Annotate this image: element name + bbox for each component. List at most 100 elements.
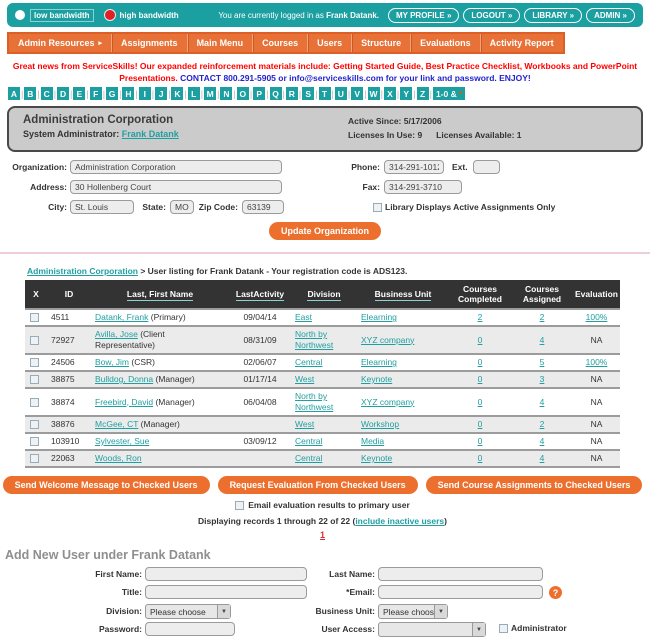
courses-assigned-link[interactable]: 4 bbox=[540, 453, 545, 463]
library-displays-checkbox[interactable] bbox=[373, 202, 382, 212]
email-input[interactable] bbox=[378, 585, 543, 600]
business-unit-link[interactable]: Workshop bbox=[361, 419, 399, 429]
column-header-last-first-name[interactable]: Last, First Name bbox=[91, 280, 229, 309]
alphabet-link-t[interactable]: T bbox=[318, 87, 331, 100]
row-checkbox[interactable] bbox=[30, 313, 39, 323]
alphabet-link-l[interactable]: L bbox=[187, 87, 200, 100]
business-unit-link[interactable]: Elearning bbox=[361, 357, 397, 367]
ext-input[interactable] bbox=[473, 160, 500, 174]
zip-input[interactable] bbox=[242, 200, 284, 214]
page-number-link[interactable]: 1 bbox=[320, 530, 325, 540]
user-name-link[interactable]: Datank, Frank bbox=[95, 312, 148, 322]
courses-assigned-link[interactable]: 3 bbox=[540, 374, 545, 384]
phone-input[interactable] bbox=[384, 160, 444, 174]
division-link[interactable]: West bbox=[295, 419, 314, 429]
alphabet-link-p[interactable]: P bbox=[253, 87, 266, 100]
nav-item-assignments[interactable]: Assignments bbox=[112, 34, 188, 52]
include-inactive-users-link[interactable]: include inactive users bbox=[355, 516, 444, 526]
division-link[interactable]: North by Northwest bbox=[295, 391, 333, 412]
update-organization-button[interactable]: Update Organization bbox=[268, 222, 382, 240]
evaluation-link[interactable]: 100% bbox=[586, 312, 608, 322]
alphabet-link-u[interactable]: U bbox=[334, 87, 347, 100]
high-bandwidth-label[interactable]: high bandwidth bbox=[120, 11, 179, 20]
alphabet-link-v[interactable]: V bbox=[351, 87, 364, 100]
courses-completed-link[interactable]: 0 bbox=[478, 374, 483, 384]
nav-item-evaluations[interactable]: Evaluations bbox=[411, 34, 481, 52]
business-unit-select[interactable]: Please choose ▼ bbox=[378, 604, 448, 620]
nav-item-structure[interactable]: Structure bbox=[352, 34, 412, 52]
user-access-select[interactable]: ▼ bbox=[378, 622, 486, 638]
library-button[interactable]: LIBRARY » bbox=[524, 7, 583, 23]
business-unit-link[interactable]: XYZ company bbox=[361, 335, 414, 345]
alphabet-link-f[interactable]: F bbox=[89, 87, 102, 100]
courses-assigned-link[interactable]: 4 bbox=[540, 335, 545, 345]
courses-assigned-link[interactable]: 5 bbox=[540, 357, 545, 367]
row-checkbox[interactable] bbox=[30, 397, 39, 407]
evaluation-link[interactable]: 100% bbox=[586, 357, 608, 367]
row-checkbox[interactable] bbox=[30, 437, 39, 447]
alphabet-link-k[interactable]: K bbox=[171, 87, 184, 100]
courses-assigned-link[interactable]: 4 bbox=[540, 436, 545, 446]
division-link[interactable]: Central bbox=[295, 357, 322, 367]
user-name-link[interactable]: McGee, CT bbox=[95, 419, 138, 429]
courses-completed-link[interactable]: 0 bbox=[478, 419, 483, 429]
user-name-link[interactable]: Bulldog, Donna bbox=[95, 374, 153, 384]
courses-assigned-link[interactable]: 2 bbox=[540, 312, 545, 322]
my-profile-button[interactable]: MY PROFILE » bbox=[388, 7, 460, 23]
courses-completed-link[interactable]: 2 bbox=[478, 312, 483, 322]
alphabet-link-d[interactable]: D bbox=[57, 87, 70, 100]
column-header-division[interactable]: Division bbox=[291, 280, 357, 309]
alphabet-link-s[interactable]: S bbox=[302, 87, 315, 100]
address-input[interactable] bbox=[70, 180, 282, 194]
system-administrator-link[interactable]: Frank Datank bbox=[122, 129, 179, 139]
request-evaluation-button[interactable]: Request Evaluation From Checked Users bbox=[217, 476, 418, 494]
admin-button[interactable]: ADMIN » bbox=[586, 7, 635, 23]
alphabet-link-r[interactable]: R bbox=[285, 87, 298, 100]
courses-completed-link[interactable]: 0 bbox=[478, 397, 483, 407]
alphabet-link-g[interactable]: G bbox=[106, 87, 119, 100]
high-bandwidth-radio-icon[interactable] bbox=[104, 10, 115, 20]
fax-input[interactable] bbox=[384, 180, 462, 194]
user-name-link[interactable]: Sylvester, Sue bbox=[95, 436, 149, 446]
division-link[interactable]: East bbox=[295, 312, 312, 322]
alphabet-link-o[interactable]: O bbox=[236, 87, 249, 100]
alphabet-link-i[interactable]: I bbox=[138, 87, 151, 100]
nav-item-users[interactable]: Users bbox=[308, 34, 353, 52]
email-eval-checkbox[interactable] bbox=[235, 501, 245, 511]
business-unit-link[interactable]: Media bbox=[361, 436, 384, 446]
alphabet-link-h[interactable]: H bbox=[122, 87, 135, 100]
alphabet-link-e[interactable]: E bbox=[73, 87, 86, 100]
alphabet-link-m[interactable]: M bbox=[204, 87, 217, 100]
nav-item-activity-report[interactable]: Activity Report bbox=[481, 34, 563, 52]
business-unit-link[interactable]: Keynote bbox=[361, 374, 392, 384]
division-link[interactable]: Central bbox=[295, 453, 322, 463]
row-checkbox[interactable] bbox=[30, 375, 39, 385]
row-checkbox[interactable] bbox=[30, 420, 39, 430]
row-checkbox[interactable] bbox=[30, 335, 39, 345]
alphabet-link-a[interactable]: A bbox=[8, 87, 20, 100]
division-link[interactable]: North by Northwest bbox=[295, 329, 333, 350]
user-name-link[interactable]: Bow, Jim bbox=[95, 357, 129, 367]
business-unit-link[interactable]: Keynote bbox=[361, 453, 392, 463]
business-unit-link[interactable]: XYZ company bbox=[361, 397, 414, 407]
alphabet-link-n[interactable]: N bbox=[220, 87, 233, 100]
last-name-input[interactable] bbox=[378, 567, 543, 582]
nav-item-courses[interactable]: Courses bbox=[253, 34, 309, 52]
administrator-checkbox[interactable] bbox=[499, 623, 508, 633]
announcement-contact-link[interactable]: CONTACT 800.291-5905 or info@serviceskil… bbox=[178, 73, 531, 83]
courses-completed-link[interactable]: 0 bbox=[478, 357, 483, 367]
low-bandwidth-radio-icon[interactable] bbox=[15, 10, 25, 20]
nav-item-main-menu[interactable]: Main Menu bbox=[188, 34, 254, 52]
alphabet-link-j[interactable]: J bbox=[155, 87, 168, 100]
alphabet-link-z[interactable]: Z bbox=[416, 87, 429, 100]
column-header-business-unit[interactable]: Business Unit bbox=[357, 280, 449, 309]
alphabet-link-q[interactable]: Q bbox=[269, 87, 282, 100]
column-header-lastactivity[interactable]: LastActivity bbox=[229, 280, 291, 309]
user-name-link[interactable]: Avilla, Jose bbox=[95, 329, 138, 339]
courses-completed-link[interactable]: 0 bbox=[478, 453, 483, 463]
breadcrumb-org-link[interactable]: Administration Corporation bbox=[27, 266, 138, 276]
city-input[interactable] bbox=[70, 200, 134, 214]
user-name-link[interactable]: Freebird, David bbox=[95, 397, 153, 407]
email-help-icon[interactable]: ? bbox=[549, 586, 562, 600]
send-welcome-button[interactable]: Send Welcome Message to Checked Users bbox=[2, 476, 210, 494]
